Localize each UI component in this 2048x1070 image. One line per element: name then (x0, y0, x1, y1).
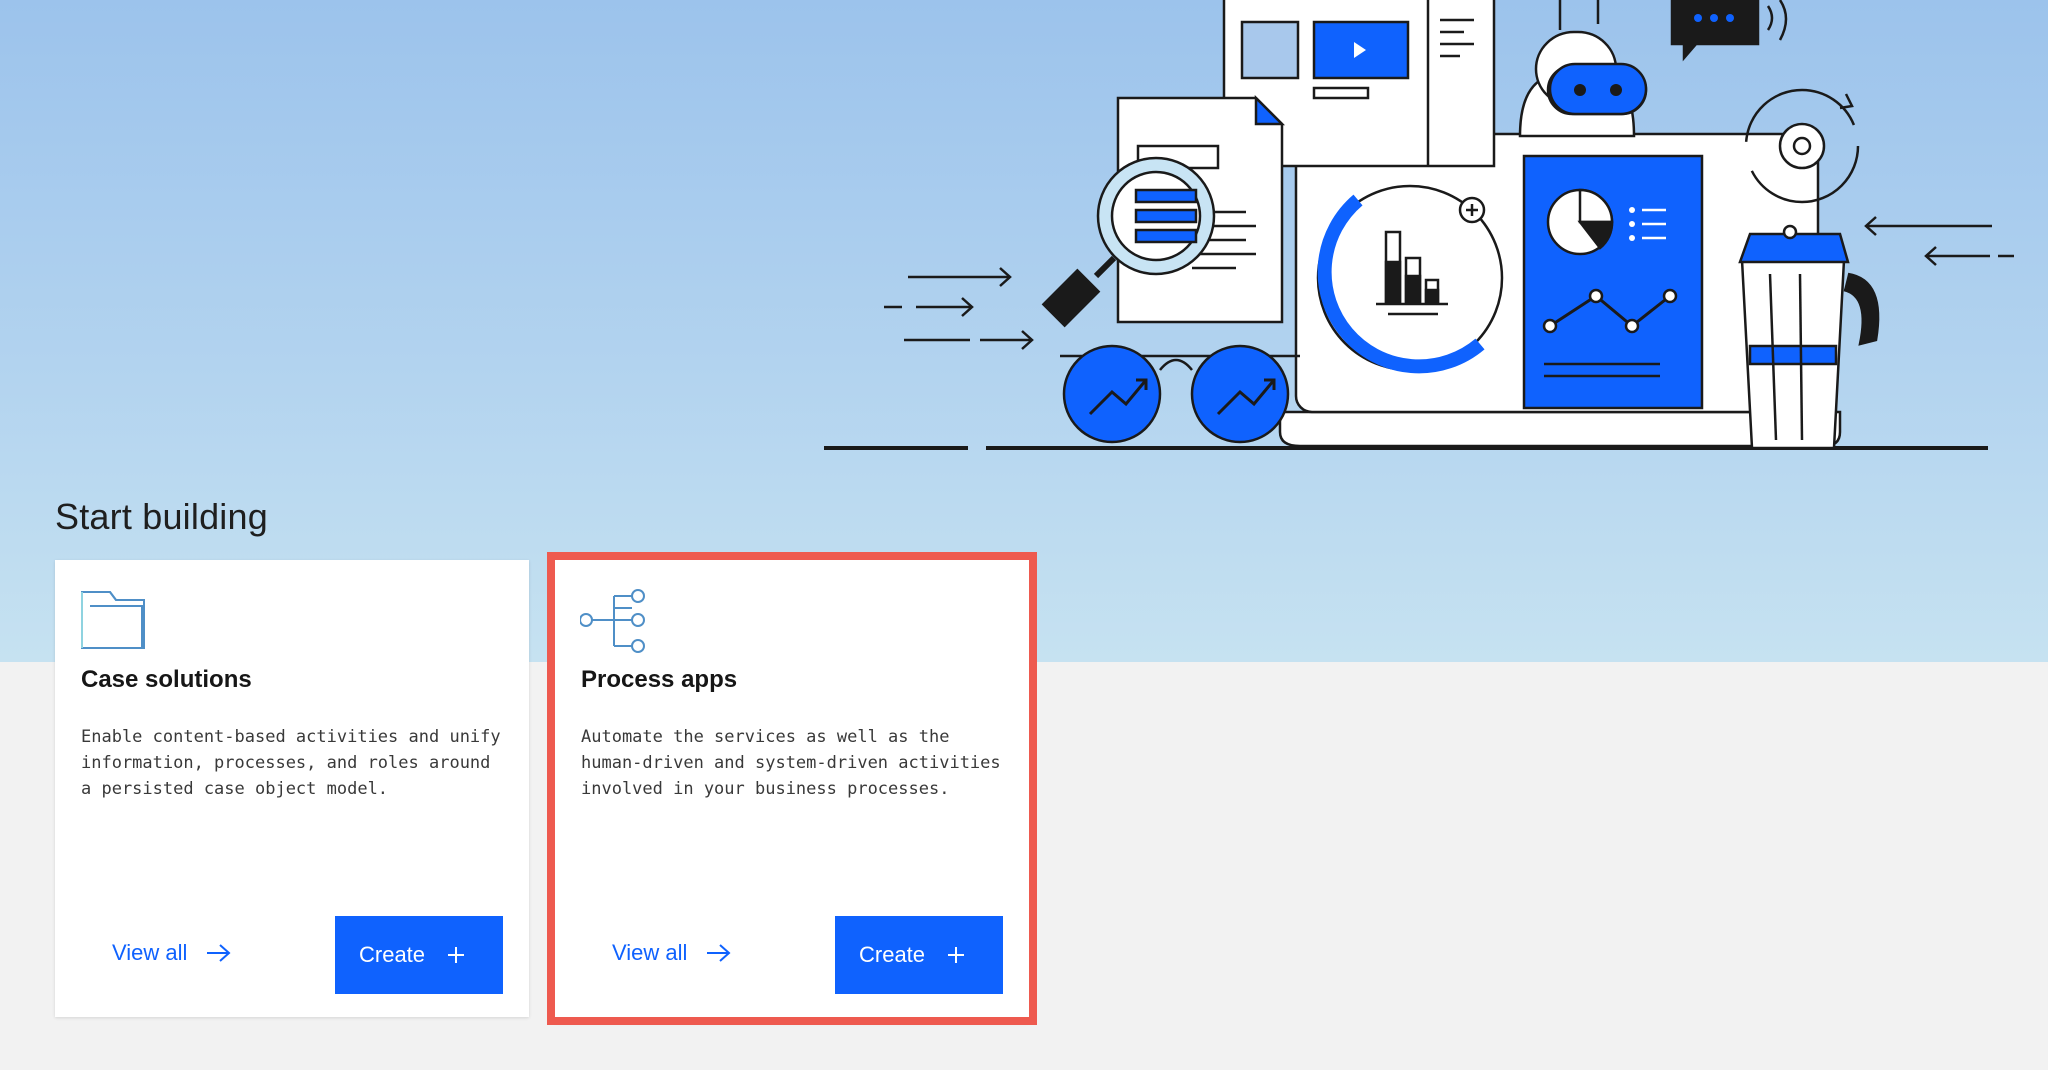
automation-illustration (824, 0, 2014, 450)
page: Start building Case solutions Enable con… (0, 0, 2048, 1070)
view-all-link[interactable]: View all (612, 940, 731, 966)
plus-icon (948, 947, 965, 963)
section-title: Start building (55, 496, 268, 537)
card-title: Process apps (581, 666, 738, 693)
view-all-link[interactable]: View all (112, 940, 231, 966)
case-solutions-card: Case solutions Enable content-based acti… (55, 560, 529, 1017)
plus-icon (448, 947, 465, 963)
arrow-right-icon (707, 944, 731, 962)
card-description: Enable content-based activities and unif… (81, 727, 501, 799)
create-button[interactable]: Create (835, 916, 1003, 994)
process-apps-card: Process apps Automate the services as we… (547, 552, 1037, 1025)
create-label: Create (859, 942, 926, 967)
arrow-right-icon (207, 944, 231, 962)
view-all-label: View all (612, 940, 688, 965)
card-title: Case solutions (81, 666, 252, 693)
create-label: Create (359, 942, 426, 967)
folder-icon (81, 591, 145, 649)
process-tree-icon (580, 589, 645, 653)
create-button[interactable]: Create (335, 916, 503, 994)
card-description: Automate the services as well as the hum… (581, 727, 1001, 799)
view-all-label: View all (112, 940, 188, 965)
